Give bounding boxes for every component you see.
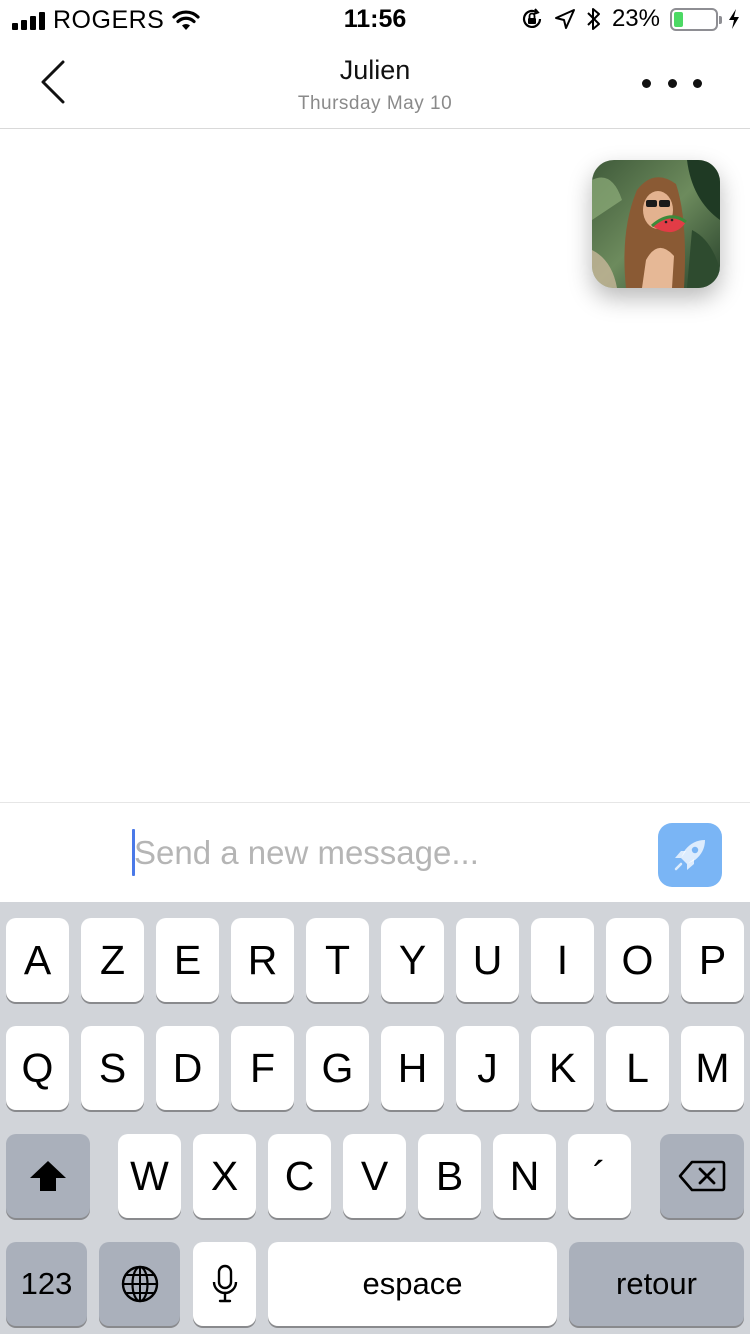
keyboard: AZERTYUIOP QSDFGHJKLM W X C V B N ´ 123 espace… (0, 902, 750, 1334)
key-row1-1[interactable]: A (6, 918, 69, 1002)
globe-icon (121, 1265, 158, 1303)
status-right: 23% (520, 5, 740, 33)
backspace-key[interactable] (660, 1134, 744, 1218)
key-row1-6[interactable]: Y (381, 918, 444, 1002)
key-row2-8[interactable]: K (531, 1026, 594, 1110)
key-row1-4[interactable]: R (231, 918, 294, 1002)
key-row1-5[interactable]: T (306, 918, 369, 1002)
key-row2-10[interactable]: M (681, 1026, 744, 1110)
key-row2-3[interactable]: D (156, 1026, 219, 1110)
chevron-left-icon (41, 60, 65, 104)
key-row2-5[interactable]: G (306, 1026, 369, 1110)
status-left: ROGERS (12, 6, 200, 35)
key-row1-8[interactable]: I (531, 918, 594, 1002)
contact-name: Julien (339, 55, 411, 85)
key-row3-6[interactable]: N (493, 1134, 556, 1218)
shift-icon (30, 1161, 66, 1191)
return-key[interactable]: retour (569, 1242, 744, 1326)
more-dots-icon (642, 78, 651, 88)
shift-key[interactable] (6, 1134, 90, 1218)
key-row2-7[interactable]: J (456, 1026, 519, 1110)
message-composer (0, 802, 750, 902)
back-button[interactable] (28, 56, 78, 108)
globe-key[interactable] (99, 1242, 180, 1326)
send-button[interactable] (658, 823, 722, 887)
key-row1-7[interactable]: U (456, 918, 519, 1002)
key-row3-7[interactable]: ´ (568, 1134, 631, 1218)
photo-message[interactable] (592, 160, 720, 288)
key-row2-4[interactable]: F (231, 1026, 294, 1110)
key-row3-1[interactable]: W (118, 1134, 181, 1218)
key-row1-3[interactable]: E (156, 918, 219, 1002)
carrier-label: ROGERS (53, 6, 165, 34)
rocket-icon (674, 840, 705, 871)
space-key[interactable]: espace (268, 1242, 557, 1326)
location-arrow-icon (554, 9, 575, 29)
backspace-icon (678, 1160, 726, 1192)
conversation-header: Julien Thursday May 10 (0, 40, 750, 129)
key-row2-6[interactable]: H (381, 1026, 444, 1110)
wifi-icon (172, 9, 200, 30)
key-row3-3[interactable]: C (268, 1134, 331, 1218)
key-row1-9[interactable]: O (606, 918, 669, 1002)
more-options-button[interactable] (642, 70, 702, 96)
message-input[interactable] (134, 825, 634, 881)
battery-icon (670, 7, 722, 31)
status-bar: ROGERS 11:56 23% (0, 0, 750, 40)
photo-thumbnail (592, 160, 720, 288)
key-row2-2[interactable]: S (81, 1026, 144, 1110)
bluetooth-icon (587, 8, 600, 30)
battery-level (674, 11, 684, 27)
key-row3-2[interactable]: X (193, 1134, 256, 1218)
microphone-icon (212, 1264, 237, 1303)
numbers-key[interactable]: 123 (6, 1242, 87, 1326)
key-row2-1[interactable]: Q (6, 1026, 69, 1110)
battery-percent: 23% (611, 5, 660, 32)
charging-bolt-icon (729, 9, 739, 29)
key-row2-9[interactable]: L (606, 1026, 669, 1110)
signal-bars-icon (12, 11, 45, 30)
key-row1-2[interactable]: Z (81, 918, 144, 1002)
key-row1-10[interactable]: P (681, 918, 744, 1002)
key-row3-5[interactable]: B (418, 1134, 481, 1218)
conversation-date: Thursday May 10 (297, 93, 453, 114)
dictation-key[interactable] (193, 1242, 256, 1326)
orientation-lock-icon (522, 8, 542, 28)
message-list (0, 130, 750, 802)
key-row3-4[interactable]: V (343, 1134, 406, 1218)
